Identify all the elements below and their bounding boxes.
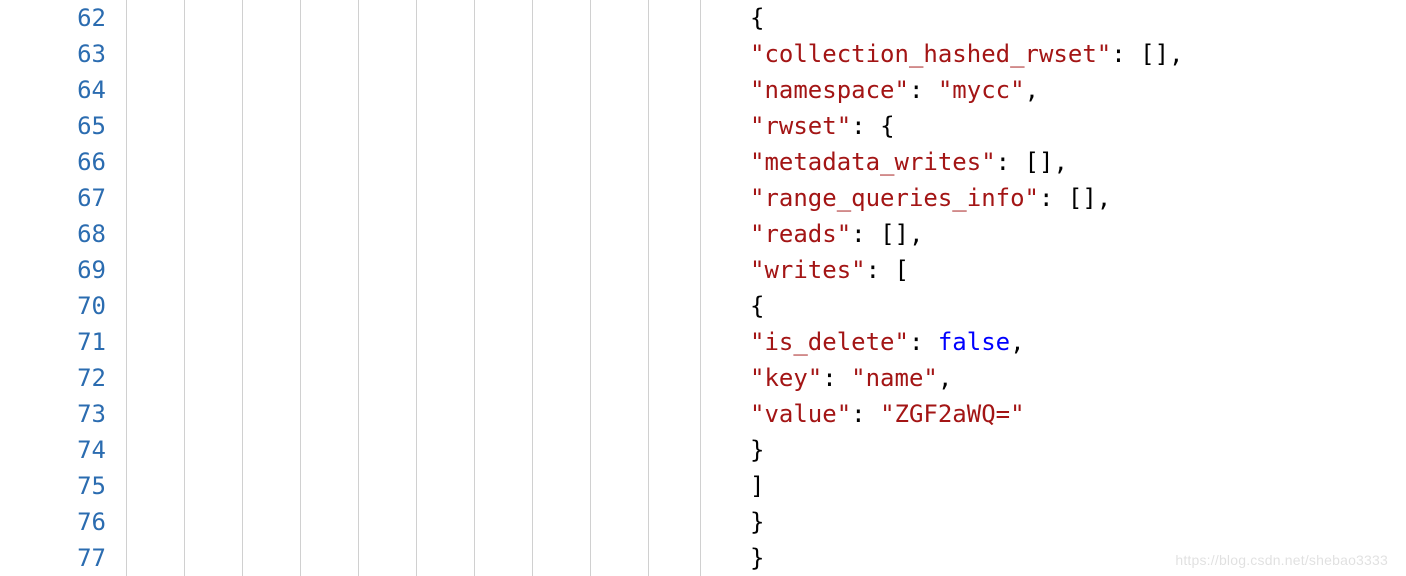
code-token: [], xyxy=(1025,148,1068,176)
line-number: 65 xyxy=(0,108,106,144)
code-token: : xyxy=(866,256,895,284)
code-token: } xyxy=(750,436,764,464)
code-token: "writes" xyxy=(750,256,866,284)
code-token: , xyxy=(938,364,952,392)
indent-guide-line xyxy=(700,0,701,576)
indent-guide-line xyxy=(532,0,533,576)
code-line[interactable]: "is_delete": false, xyxy=(750,324,1406,360)
code-area[interactable]: {"collection_hashed_rwset": [],"namespac… xyxy=(700,0,1406,576)
code-token: "namespace" xyxy=(750,76,909,104)
line-number: 62 xyxy=(0,0,106,36)
indent-guide-line xyxy=(184,0,185,576)
code-token: , xyxy=(1010,328,1024,356)
code-line[interactable]: "range_queries_info": [], xyxy=(750,180,1406,216)
indent-guide-line xyxy=(590,0,591,576)
indent-guide-line xyxy=(300,0,301,576)
line-number: 77 xyxy=(0,540,106,576)
line-number: 64 xyxy=(0,72,106,108)
code-token: "reads" xyxy=(750,220,851,248)
line-number: 75 xyxy=(0,468,106,504)
code-token: { xyxy=(750,4,764,32)
line-number: 70 xyxy=(0,288,106,324)
code-token: "collection_hashed_rwset" xyxy=(750,40,1111,68)
code-token: [ xyxy=(895,256,909,284)
code-token: } xyxy=(750,544,764,572)
indent-guide-line xyxy=(126,0,127,576)
code-line[interactable]: { xyxy=(750,288,1406,324)
code-line[interactable]: } xyxy=(750,432,1406,468)
code-token: } xyxy=(750,508,764,536)
code-token: [], xyxy=(1140,40,1183,68)
line-number: 74 xyxy=(0,432,106,468)
code-line[interactable]: "collection_hashed_rwset": [], xyxy=(750,36,1406,72)
indent-guide-line xyxy=(242,0,243,576)
code-line[interactable]: "value": "ZGF2aWQ=" xyxy=(750,396,1406,432)
code-token: ] xyxy=(750,472,764,500)
code-token: : xyxy=(1039,184,1068,212)
line-number: 63 xyxy=(0,36,106,72)
line-number: 66 xyxy=(0,144,106,180)
code-token: : xyxy=(996,148,1025,176)
code-token: : xyxy=(909,328,938,356)
line-number: 68 xyxy=(0,216,106,252)
line-number: 73 xyxy=(0,396,106,432)
line-number: 69 xyxy=(0,252,106,288)
code-token: [], xyxy=(1068,184,1111,212)
code-line[interactable]: { xyxy=(750,0,1406,36)
code-token: "ZGF2aWQ=" xyxy=(880,400,1025,428)
line-number: 72 xyxy=(0,360,106,396)
code-editor[interactable]: 62636465666768697071727374757677 { "colle… xyxy=(0,0,1406,576)
code-line[interactable]: } xyxy=(750,504,1406,540)
code-line[interactable]: "rwset": { xyxy=(750,108,1406,144)
line-number: 76 xyxy=(0,504,106,540)
code-token: "is_delete" xyxy=(750,328,909,356)
code-token: "key" xyxy=(750,364,822,392)
code-token: { xyxy=(880,112,894,140)
line-number-gutter: 62636465666768697071727374757677 xyxy=(0,0,126,576)
code-token: "name" xyxy=(851,364,938,392)
indent-guides xyxy=(126,0,700,576)
indent-guide-line xyxy=(648,0,649,576)
code-line[interactable]: "reads": [], xyxy=(750,216,1406,252)
code-token: : xyxy=(1111,40,1140,68)
code-token: [], xyxy=(880,220,923,248)
code-token: : xyxy=(851,400,880,428)
code-token: "mycc" xyxy=(938,76,1025,104)
code-line[interactable]: "key": "name", xyxy=(750,360,1406,396)
code-token: : xyxy=(851,112,880,140)
code-token: "range_queries_info" xyxy=(750,184,1039,212)
code-token: : xyxy=(822,364,851,392)
indent-guide-line xyxy=(474,0,475,576)
code-token: false xyxy=(938,328,1010,356)
code-token: { xyxy=(750,292,764,320)
code-token: "metadata_writes" xyxy=(750,148,996,176)
code-line[interactable]: "metadata_writes": [], xyxy=(750,144,1406,180)
code-line[interactable]: ] xyxy=(750,468,1406,504)
watermark-text: https://blog.csdn.net/shebao3333 xyxy=(1175,552,1388,568)
line-number: 67 xyxy=(0,180,106,216)
code-line[interactable]: "namespace": "mycc", xyxy=(750,72,1406,108)
code-line[interactable]: "writes": [ xyxy=(750,252,1406,288)
code-token: "value" xyxy=(750,400,851,428)
indent-guide-line xyxy=(358,0,359,576)
code-token: : xyxy=(851,220,880,248)
code-token: , xyxy=(1025,76,1039,104)
code-token: : xyxy=(909,76,938,104)
code-token: "rwset" xyxy=(750,112,851,140)
indent-guide-line xyxy=(416,0,417,576)
line-number: 71 xyxy=(0,324,106,360)
